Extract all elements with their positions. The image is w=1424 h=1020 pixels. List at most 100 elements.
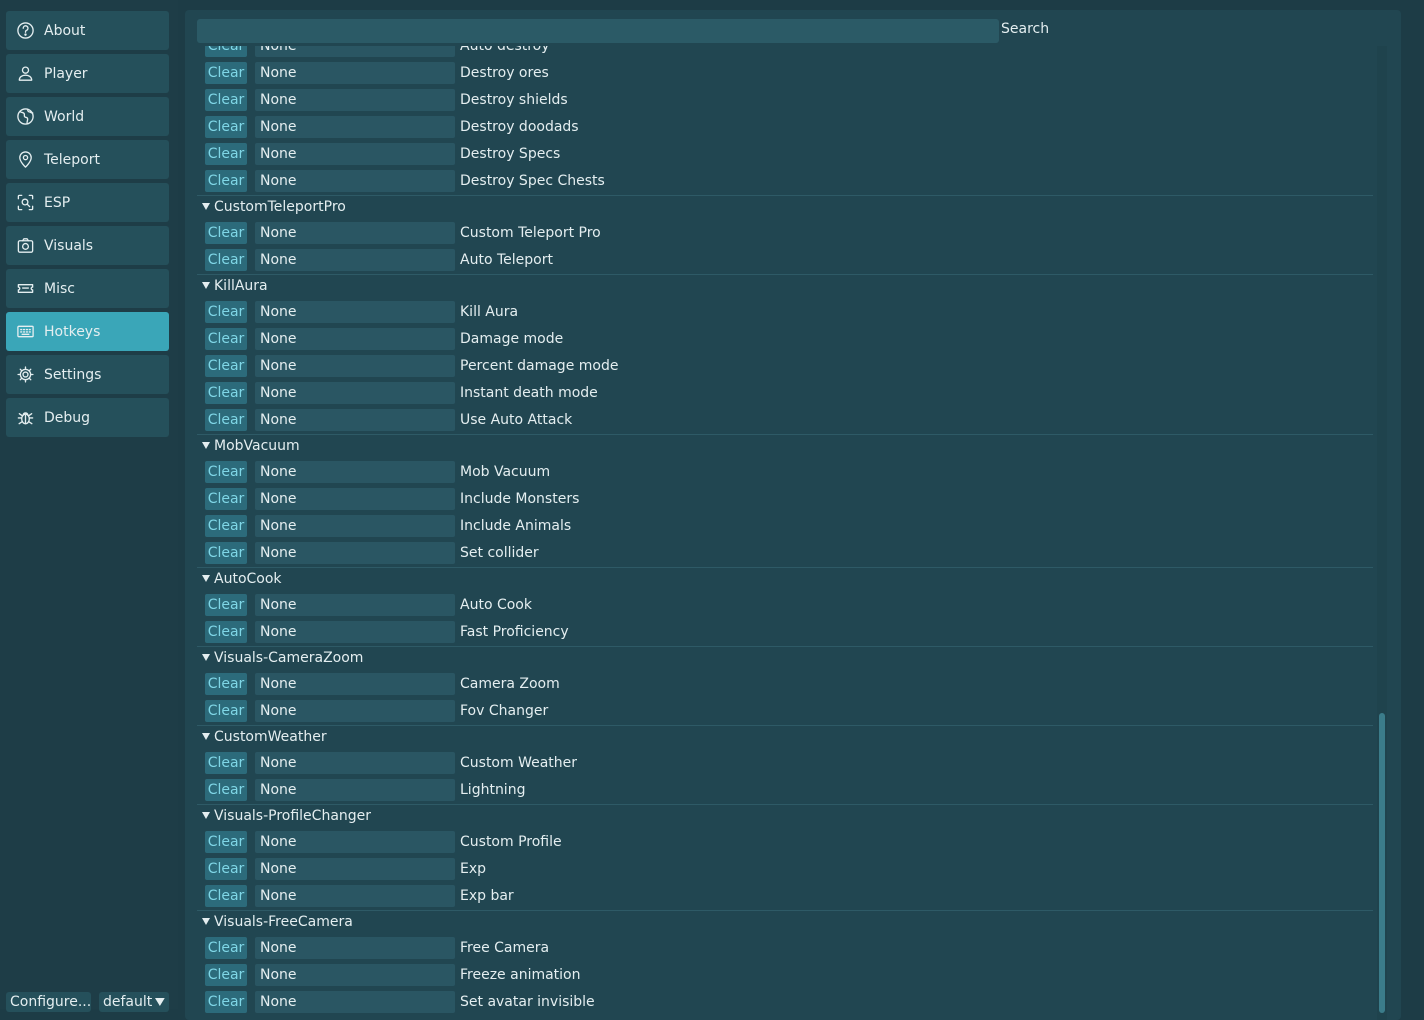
clear-button[interactable]: Clear: [205, 752, 247, 774]
hotkey-field[interactable]: None: [255, 621, 455, 643]
clear-button[interactable]: Clear: [205, 328, 247, 350]
hotkey-field[interactable]: None: [255, 991, 455, 1013]
collapse-triangle-icon: [202, 812, 210, 819]
hotkey-field[interactable]: None: [255, 700, 455, 722]
hotkey-field[interactable]: None: [255, 355, 455, 377]
clear-button[interactable]: Clear: [205, 488, 247, 510]
sidebar-item-misc[interactable]: Misc: [6, 269, 169, 308]
hotkey-field[interactable]: None: [255, 594, 455, 616]
clear-button[interactable]: Clear: [205, 594, 247, 616]
profile-dropdown[interactable]: default: [99, 992, 169, 1012]
group-header[interactable]: CustomWeather: [197, 725, 1373, 751]
group-header[interactable]: CustomTeleportPro: [197, 195, 1373, 221]
group-title: MobVacuum: [214, 438, 300, 454]
group-header[interactable]: Visuals-FreeCamera: [197, 910, 1373, 936]
hotkey-field[interactable]: None: [255, 488, 455, 510]
hotkey-field[interactable]: None: [255, 542, 455, 564]
search-input[interactable]: [197, 19, 999, 43]
hotkey-field[interactable]: None: [255, 885, 455, 907]
hotkey-row: Clear None Mob Vacuum: [197, 459, 1373, 486]
clear-button[interactable]: Clear: [205, 964, 247, 986]
hotkey-label: Exp bar: [460, 888, 514, 904]
clear-button[interactable]: Clear: [205, 355, 247, 377]
hotkey-row: Clear None Set collider: [197, 540, 1373, 567]
configure-button[interactable]: Configure...: [6, 992, 91, 1012]
clear-button[interactable]: Clear: [205, 62, 247, 84]
group-header[interactable]: MobVacuum: [197, 434, 1373, 460]
clear-button[interactable]: Clear: [205, 461, 247, 483]
hotkey-field[interactable]: None: [255, 831, 455, 853]
hotkey-list[interactable]: Clear None Auto destroy Clear None Destroy or…: [197, 46, 1373, 1020]
hotkey-field[interactable]: None: [255, 62, 455, 84]
clear-button[interactable]: Clear: [205, 116, 247, 138]
clear-button[interactable]: Clear: [205, 170, 247, 192]
hotkey-row: Clear None Free Camera: [197, 935, 1373, 962]
hotkey-field[interactable]: None: [255, 143, 455, 165]
clear-button[interactable]: Clear: [205, 779, 247, 801]
hotkey-row: Clear None Destroy ores: [197, 60, 1373, 87]
hotkey-label: Destroy ores: [460, 65, 549, 81]
collapse-triangle-icon: [202, 654, 210, 661]
sidebar-item-world[interactable]: World: [6, 97, 169, 136]
clear-button[interactable]: Clear: [205, 700, 247, 722]
hotkey-field[interactable]: None: [255, 515, 455, 537]
hotkey-row: Clear None Fast Proficiency: [197, 619, 1373, 646]
sidebar-item-settings[interactable]: Settings: [6, 355, 169, 394]
hotkey-field[interactable]: None: [255, 116, 455, 138]
hotkey-label: Destroy doodads: [460, 119, 579, 135]
hotkey-field[interactable]: None: [255, 461, 455, 483]
clear-button[interactable]: Clear: [205, 673, 247, 695]
clear-button[interactable]: Clear: [205, 991, 247, 1013]
hotkey-label: Include Monsters: [460, 491, 580, 507]
hotkey-field[interactable]: None: [255, 328, 455, 350]
group-title: Visuals-ProfileChanger: [214, 808, 372, 824]
hotkey-field[interactable]: None: [255, 858, 455, 880]
hotkey-field[interactable]: None: [255, 46, 455, 57]
hotkey-label: Use Auto Attack: [460, 412, 573, 428]
group-divider: [197, 804, 1373, 805]
group-header[interactable]: Visuals-ProfileChanger: [197, 804, 1373, 830]
clear-button[interactable]: Clear: [205, 46, 247, 57]
clear-button[interactable]: Clear: [205, 515, 247, 537]
clear-button[interactable]: Clear: [205, 885, 247, 907]
group-header[interactable]: KillAura: [197, 274, 1373, 300]
clear-button[interactable]: Clear: [205, 621, 247, 643]
clear-button[interactable]: Clear: [205, 409, 247, 431]
sidebar-item-player[interactable]: Player: [6, 54, 169, 93]
sidebar-item-visuals[interactable]: Visuals: [6, 226, 169, 265]
clear-button[interactable]: Clear: [205, 301, 247, 323]
group-header[interactable]: AutoCook: [197, 567, 1373, 593]
hotkey-field[interactable]: None: [255, 779, 455, 801]
hotkey-field[interactable]: None: [255, 301, 455, 323]
hotkey-row: Clear None Destroy shields: [197, 87, 1373, 114]
hotkey-field[interactable]: None: [255, 382, 455, 404]
clear-button[interactable]: Clear: [205, 542, 247, 564]
clear-button[interactable]: Clear: [205, 143, 247, 165]
clear-button[interactable]: Clear: [205, 249, 247, 271]
sidebar-item-hotkeys[interactable]: Hotkeys: [6, 312, 169, 351]
group-header[interactable]: Visuals-CameraZoom: [197, 646, 1373, 672]
hotkey-field[interactable]: None: [255, 170, 455, 192]
hotkey-field[interactable]: None: [255, 937, 455, 959]
sidebar-item-label: Misc: [44, 280, 75, 297]
clear-button[interactable]: Clear: [205, 937, 247, 959]
sidebar-item-debug[interactable]: Debug: [6, 398, 169, 437]
hotkey-row: Clear None Use Auto Attack: [197, 407, 1373, 434]
hotkey-field[interactable]: None: [255, 409, 455, 431]
clear-button[interactable]: Clear: [205, 382, 247, 404]
clear-button[interactable]: Clear: [205, 89, 247, 111]
hotkey-field[interactable]: None: [255, 964, 455, 986]
clear-button[interactable]: Clear: [205, 222, 247, 244]
sidebar-item-about[interactable]: About: [6, 11, 169, 50]
clear-button[interactable]: Clear: [205, 831, 247, 853]
scrollbar-thumb[interactable]: [1379, 713, 1385, 1013]
sidebar-item-teleport[interactable]: Teleport: [6, 140, 169, 179]
hotkey-field[interactable]: None: [255, 222, 455, 244]
hotkey-field[interactable]: None: [255, 89, 455, 111]
clear-button[interactable]: Clear: [205, 858, 247, 880]
hotkey-field[interactable]: None: [255, 249, 455, 271]
hotkey-field[interactable]: None: [255, 752, 455, 774]
hotkey-field[interactable]: None: [255, 673, 455, 695]
sidebar-item-esp[interactable]: ESP: [6, 183, 169, 222]
hotkey-row: Clear None Kill Aura: [197, 299, 1373, 326]
